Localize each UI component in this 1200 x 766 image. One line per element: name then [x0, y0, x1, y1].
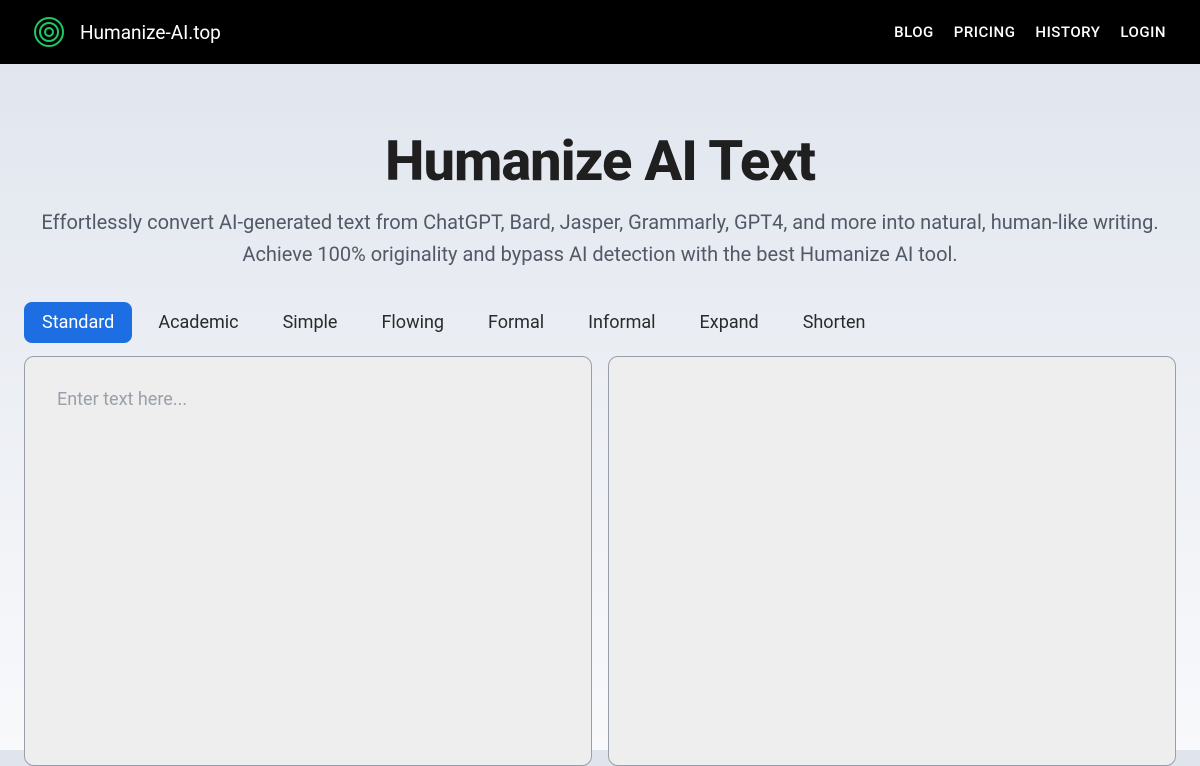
tab-informal[interactable]: Informal [570, 302, 673, 343]
nav-history[interactable]: HISTORY [1035, 23, 1100, 41]
text-panels [24, 356, 1176, 766]
main-nav: BLOG PRICING HISTORY LOGIN [894, 23, 1166, 41]
input-textarea[interactable] [41, 373, 575, 749]
tab-formal[interactable]: Formal [470, 302, 562, 343]
tab-standard[interactable]: Standard [24, 302, 132, 343]
logo-section[interactable]: Humanize-AI.top [34, 17, 221, 47]
tab-expand[interactable]: Expand [682, 302, 777, 343]
target-icon [34, 17, 64, 47]
nav-blog[interactable]: BLOG [894, 23, 934, 41]
input-panel [24, 356, 592, 766]
nav-pricing[interactable]: PRICING [954, 23, 1016, 41]
page-subtitle: Effortlessly convert AI-generated text f… [24, 206, 1176, 270]
tab-simple[interactable]: Simple [265, 302, 356, 343]
page-title: Humanize AI Text [24, 128, 1176, 194]
nav-login[interactable]: LOGIN [1120, 23, 1166, 41]
tab-academic[interactable]: Academic [140, 302, 256, 343]
output-panel [608, 356, 1176, 766]
site-name: Humanize-AI.top [80, 21, 221, 44]
tab-flowing[interactable]: Flowing [363, 302, 462, 343]
header: Humanize-AI.top BLOG PRICING HISTORY LOG… [0, 0, 1200, 64]
mode-tabs: Standard Academic Simple Flowing Formal … [24, 302, 1176, 343]
tab-shorten[interactable]: Shorten [785, 302, 884, 343]
main-content: Humanize AI Text Effortlessly convert AI… [0, 64, 1200, 766]
